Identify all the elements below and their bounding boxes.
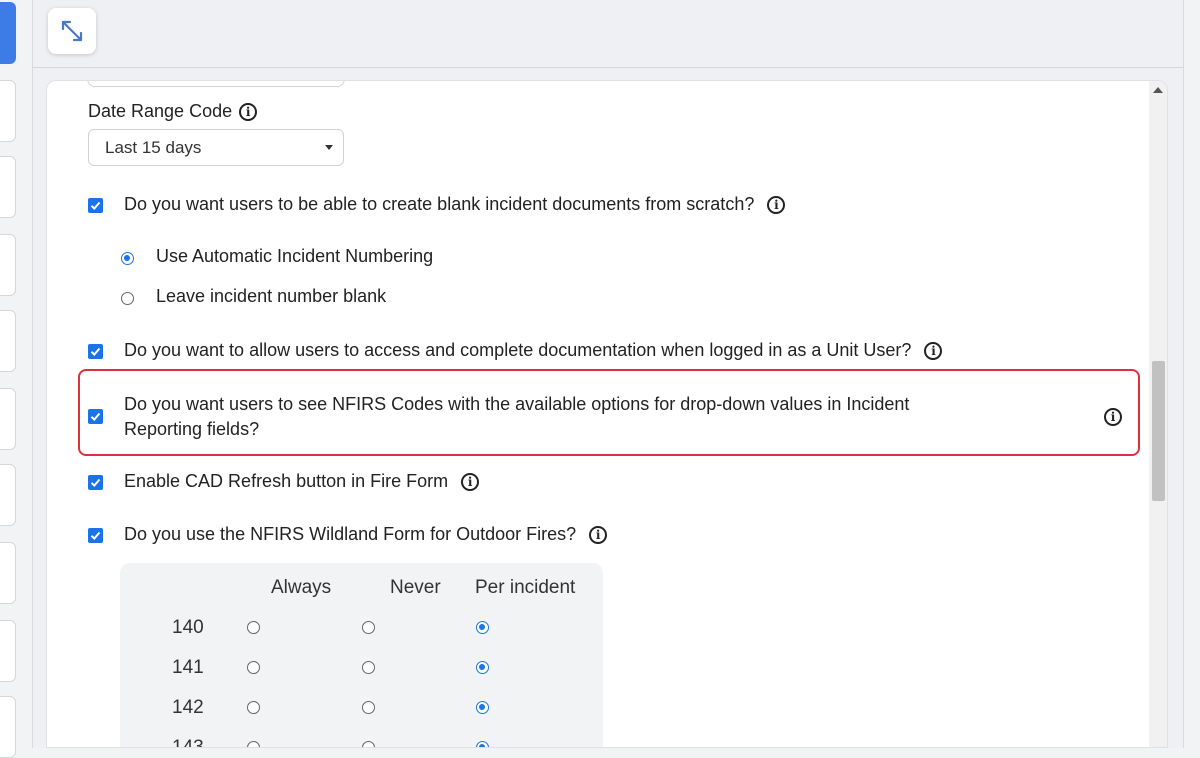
info-circle-icon[interactable]: i [589, 526, 608, 545]
row-code: 141 [172, 657, 204, 678]
date-range-label-text: Date Range Code [88, 101, 233, 121]
info-circle-icon[interactable]: i [1104, 408, 1122, 426]
expand-arrows-icon [61, 20, 83, 42]
rail-tab[interactable] [0, 310, 16, 372]
auto-numbering-radio[interactable] [121, 252, 134, 265]
per-incident-radio[interactable] [476, 621, 489, 634]
nfirs-codes-checkbox[interactable] [88, 409, 103, 424]
info-circle-icon[interactable]: i [767, 196, 786, 215]
wildland-label: Do you use the NFIRS Wildland Form for O… [124, 524, 608, 545]
rail-tab[interactable] [0, 234, 16, 296]
checkmark-icon [90, 531, 101, 540]
checkmark-icon [90, 347, 101, 356]
per-incident-radio[interactable] [476, 741, 489, 747]
info-circle-icon[interactable]: i [461, 473, 480, 492]
caret-down-icon [325, 145, 333, 150]
rail-tab-active[interactable] [0, 2, 16, 64]
info-circle-icon[interactable]: i [239, 103, 258, 122]
row-code: 142 [172, 697, 204, 718]
always-radio[interactable] [247, 701, 260, 714]
rail-tab[interactable] [0, 80, 16, 142]
previous-field-edge [87, 81, 345, 87]
cad-refresh-label: Enable CAD Refresh button in Fire Form i [124, 471, 480, 492]
expand-button[interactable] [48, 8, 96, 54]
never-radio[interactable] [362, 621, 375, 634]
blank-number-label: Leave incident number blank [156, 286, 387, 306]
always-radio[interactable] [247, 621, 260, 634]
info-circle-icon[interactable]: i [924, 342, 943, 361]
rail-tab[interactable] [0, 388, 16, 450]
unit-user-checkbox[interactable] [88, 344, 103, 359]
blank-docs-text: Do you want users to be able to create b… [124, 194, 755, 214]
nfirs-codes-text-line1: Do you want users to see NFIRS Codes wit… [124, 394, 910, 414]
vertical-scrollbar[interactable] [1149, 81, 1167, 747]
always-radio[interactable] [247, 741, 260, 747]
row-code: 140 [172, 617, 204, 638]
per-incident-radio[interactable] [476, 661, 489, 674]
cad-refresh-checkbox[interactable] [88, 475, 103, 490]
never-radio[interactable] [362, 661, 375, 674]
settings-panel: Date Range Code i Last 15 days Do you wa… [46, 80, 1168, 748]
column-header-never: Never [390, 577, 441, 598]
per-incident-radio[interactable] [476, 701, 489, 714]
rail-tab[interactable] [0, 464, 16, 526]
blank-docs-checkbox[interactable] [88, 198, 103, 213]
checkmark-icon [90, 412, 101, 421]
rail-tab[interactable] [0, 620, 16, 682]
rail-tab[interactable] [0, 542, 16, 604]
date-range-select[interactable]: Last 15 days [88, 129, 344, 166]
checkmark-icon [90, 478, 101, 487]
never-radio[interactable] [362, 701, 375, 714]
top-bar [33, 0, 1183, 68]
blank-docs-label: Do you want users to be able to create b… [124, 194, 786, 215]
auto-numbering-label: Use Automatic Incident Numbering [156, 246, 434, 266]
checkmark-icon [90, 201, 101, 210]
never-radio[interactable] [362, 741, 375, 747]
unit-user-label: Do you want to allow users to access and… [124, 340, 943, 361]
row-code: 143 [172, 737, 204, 748]
scroll-thumb[interactable] [1152, 361, 1165, 501]
rail-tab[interactable] [0, 696, 16, 758]
date-range-selected: Last 15 days [105, 137, 202, 157]
wildland-table: Always Never Per incident 140 141 142 14… [120, 563, 603, 748]
column-header-per-incident: Per incident [475, 577, 576, 598]
date-range-label: Date Range Code i [88, 101, 258, 122]
wildland-text: Do you use the NFIRS Wildland Form for O… [124, 524, 577, 544]
column-header-always: Always [271, 577, 332, 598]
cad-refresh-text: Enable CAD Refresh button in Fire Form [124, 471, 449, 491]
unit-user-text: Do you want to allow users to access and… [124, 340, 912, 360]
scroll-up-icon[interactable] [1153, 87, 1163, 93]
nfirs-codes-label: Do you want users to see NFIRS Codes wit… [124, 392, 909, 442]
left-rail [0, 0, 18, 758]
nfirs-codes-text-line2: Reporting fields? [124, 419, 260, 439]
always-radio[interactable] [247, 661, 260, 674]
blank-number-radio[interactable] [121, 292, 134, 305]
rail-tab[interactable] [0, 156, 16, 218]
wildland-checkbox[interactable] [88, 528, 103, 543]
